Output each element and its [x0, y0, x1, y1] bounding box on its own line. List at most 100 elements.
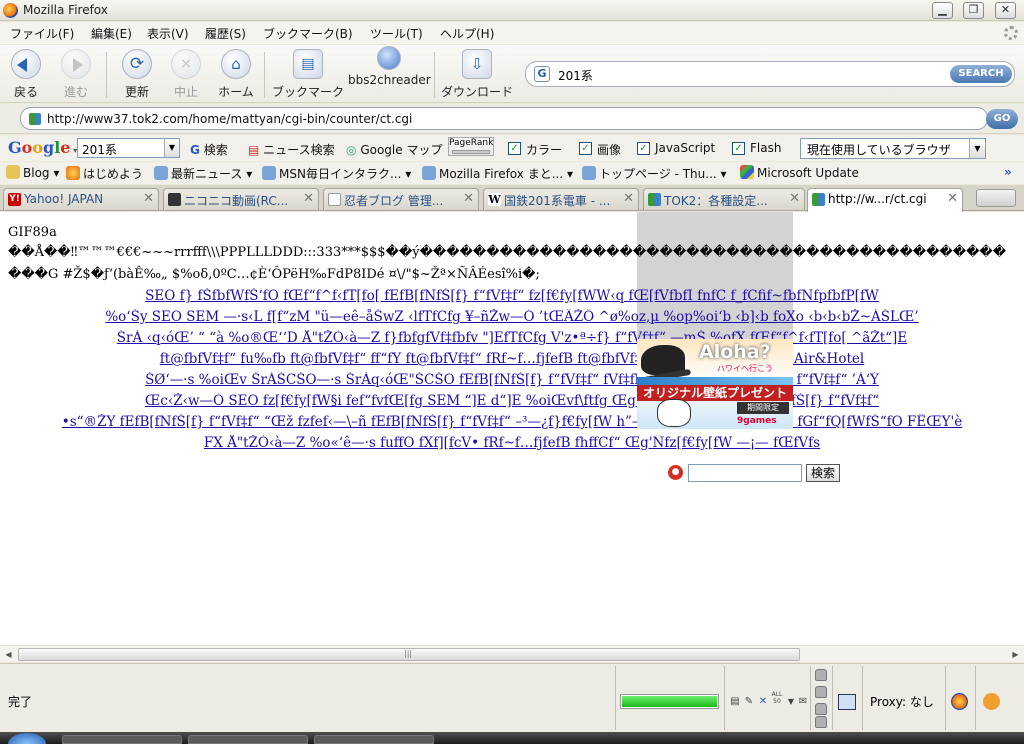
search-button[interactable]: SEARCH	[950, 65, 1012, 83]
link-line[interactable]: SEO f} fŠfbfWfŠ‘fO fŒf“f^f‹fT[fo[ fEfB[f…	[0, 288, 1024, 304]
bookmark-top-page[interactable]: トップページ - Thu... ▾	[582, 165, 727, 182]
menu-edit[interactable]: 編集(E)	[91, 25, 132, 42]
tab-nicovideo[interactable]: ニコニコ動画(RC... ✕	[163, 188, 319, 210]
google-search-button[interactable]: G 検索	[190, 141, 228, 158]
pagerank-indicator[interactable]: PageRank	[448, 137, 494, 156]
bookmark-blog[interactable]: Blog ▾	[6, 165, 59, 180]
window-icon[interactable]	[838, 694, 856, 710]
firefox-status-icon[interactable]	[951, 693, 968, 710]
bookmarks-icon: ▤	[293, 49, 323, 79]
close-tab-icon[interactable]: ✕	[623, 191, 634, 206]
close-tab-icon[interactable]: ✕	[947, 191, 958, 206]
image-checkbox[interactable]: ✓	[579, 142, 592, 155]
link-line[interactable]: Œc‹Ž‹w—Ó SEO fz[f€fy[fW§i fef“fvfŒ[fg SE…	[0, 393, 1024, 409]
rss-icon	[582, 166, 596, 180]
back-button[interactable]: 戻る	[8, 49, 44, 100]
link-line[interactable]: •s“®ŽY fEfB[fNfŠ[f} f“fVf‡f“ “Œž fzfef‹—…	[0, 414, 1024, 430]
flash-checkbox[interactable]: ✓	[732, 142, 745, 155]
tab-ninja-blog[interactable]: 忍者ブログ 管理... ✕	[323, 188, 479, 210]
tab-tok2-settings[interactable]: TOK2：各種設定... ✕	[643, 188, 805, 210]
google-logo[interactable]: Google ▾	[8, 138, 77, 157]
close-tab-icon[interactable]: ✕	[789, 191, 800, 206]
news-search-button[interactable]: ▤ ニュース検索	[248, 141, 335, 158]
bookmark-mozilla-firefox-summary[interactable]: Mozilla Firefox まと... ▾	[422, 165, 573, 182]
color-checkbox[interactable]: ✓	[508, 142, 521, 155]
home-button[interactable]: ⌂ ホーム	[216, 49, 256, 100]
scroll-left-icon[interactable]: ◀	[1, 647, 16, 662]
tab-yahoo-japan[interactable]: Y! Yahoo! JAPAN ✕	[3, 188, 159, 210]
block-icon[interactable]: ✕	[756, 695, 770, 709]
taskbar-item[interactable]	[62, 735, 182, 744]
close-tab-icon[interactable]: ✕	[303, 191, 314, 206]
yahoo-favicon-icon: Y!	[8, 193, 21, 206]
bookmark-msn-mainichi[interactable]: MSN毎日インタラク... ▾	[262, 165, 411, 182]
taskbar-item[interactable]	[314, 735, 434, 744]
tab-wikipedia-201[interactable]: W 国鉄201系電車 - ... ✕	[483, 188, 639, 210]
chevron-down-icon[interactable]: ▼	[164, 139, 179, 157]
reload-button[interactable]: ⟳ 更新	[118, 49, 156, 100]
lock-icon[interactable]	[815, 703, 827, 715]
site-search-input[interactable]	[688, 464, 802, 482]
close-tab-icon[interactable]: ✕	[463, 191, 474, 206]
bookmark-getting-started[interactable]: はじめよう	[66, 165, 143, 182]
reload-label: 更新	[124, 85, 149, 99]
stop-button[interactable]: ✕ 中止	[168, 49, 204, 100]
proxy-status[interactable]: Proxy: なし	[870, 693, 934, 710]
chevron-down-icon[interactable]: ▼	[969, 139, 985, 158]
link-line[interactable]: %o‘Šy SEO SEM —·s‹L f[f“zM "ü—eê–åŠwZ ‹l…	[0, 309, 1024, 325]
tab-counter-cgi[interactable]: http://w...r/ct.cgi ✕	[807, 188, 963, 212]
menu-bookmarks[interactable]: ブックマーク(B)	[263, 25, 353, 42]
web-search-box[interactable]: G 201系 SEARCH	[525, 61, 1015, 87]
lock-icon[interactable]	[815, 716, 827, 728]
link-line[interactable]: FX Å"tŽÒ‹à—Z %o«‘ê—·s fuffO fXf][fcV• fR…	[0, 435, 1024, 451]
url-field[interactable]: http://www37.tok2.com/home/mattyan/cgi-b…	[20, 107, 988, 130]
scale-icon[interactable]: ALL 50	[770, 691, 784, 705]
status-separator	[724, 666, 725, 730]
aloha-ad-banner[interactable]: Aloha? ハワイへ行こう オリジナル壁紙プレゼント 期間限定 9games	[637, 339, 793, 429]
url-input[interactable]: http://www37.tok2.com/home/mattyan/cgi-b…	[47, 112, 412, 126]
link-line[interactable]: ft@fbfVf‡f“ fu‰fb ft@fbfVf‡f“ ff“fY ft@f…	[0, 351, 1024, 367]
bookmarks-button[interactable]: ▤ ブックマーク	[270, 49, 346, 100]
back-label: 戻る	[13, 85, 38, 99]
bbs2chreader-button[interactable]: bbs2chreader	[348, 46, 431, 87]
google-search-engine-icon[interactable]: G	[534, 66, 550, 82]
tab-bar: Y! Yahoo! JAPAN ✕ ニコニコ動画(RC... ✕ 忍者ブログ 管理.…	[0, 185, 1024, 212]
rss-icon	[154, 166, 168, 180]
forward-button[interactable]: 進む	[58, 49, 94, 100]
browser-select[interactable]: 現在使用しているブラウザ ▼	[800, 138, 986, 159]
chevron-right-icon[interactable]: »	[1004, 165, 1012, 179]
taskbar-item[interactable]	[188, 735, 308, 744]
web-search-input[interactable]: 201系	[558, 67, 593, 84]
menu-tools[interactable]: ツール(T)	[370, 25, 423, 42]
start-button[interactable]	[8, 733, 46, 744]
link-line[interactable]: ŠØ‘—·s %oiŒv ŠrÀŠCŠO—·s ŠrÀq‹óŒ"ŠCŠO fEf…	[0, 372, 1024, 388]
monkey-icon[interactable]	[983, 693, 1000, 710]
minimize-button[interactable]: ▁	[932, 2, 953, 19]
maximize-button[interactable]: ❐	[963, 2, 984, 19]
google-search-input[interactable]: 201系 ▼	[77, 138, 180, 158]
menu-file[interactable]: ファイル(F)	[10, 25, 74, 42]
go-button[interactable]: GO	[986, 109, 1018, 129]
close-tab-icon[interactable]: ✕	[143, 191, 154, 206]
google-maps-button[interactable]: ◎ Google マップ	[346, 141, 442, 158]
bookmark-microsoft-update[interactable]: Microsoft Update	[740, 165, 859, 180]
site-search-button[interactable]: 検索	[806, 464, 840, 482]
windows-update-icon	[740, 165, 754, 179]
download-button[interactable]: ⇩ ダウンロード	[440, 49, 514, 100]
envelope-icon[interactable]: ✉	[796, 695, 810, 709]
edit-icon[interactable]: ✎	[742, 695, 756, 709]
menu-view[interactable]: 表示(V)	[147, 25, 189, 42]
menu-help[interactable]: ヘルプ(H)	[440, 25, 494, 42]
tab-list-button[interactable]	[976, 189, 1016, 207]
lock-icon[interactable]	[815, 669, 827, 681]
close-button[interactable]: ✕	[995, 2, 1016, 19]
horizontal-scrollbar[interactable]: ◀ ||| ▶	[0, 645, 1024, 662]
lock-icon[interactable]	[815, 686, 827, 698]
bookmark-latest-news[interactable]: 最新ニュース ▾	[154, 165, 252, 182]
javascript-checkbox[interactable]: ✓	[637, 142, 650, 155]
page-icon[interactable]: ▤	[728, 695, 742, 709]
menu-history[interactable]: 履歴(S)	[205, 25, 246, 42]
link-line[interactable]: ŠrÀ ‹q‹óŒ’ “ “à %o®Œ‘‘D Å"tŽÒ‹à—Z f}fbfg…	[0, 330, 1024, 346]
scroll-right-icon[interactable]: ▶	[1008, 647, 1023, 662]
status-separator	[832, 666, 833, 730]
